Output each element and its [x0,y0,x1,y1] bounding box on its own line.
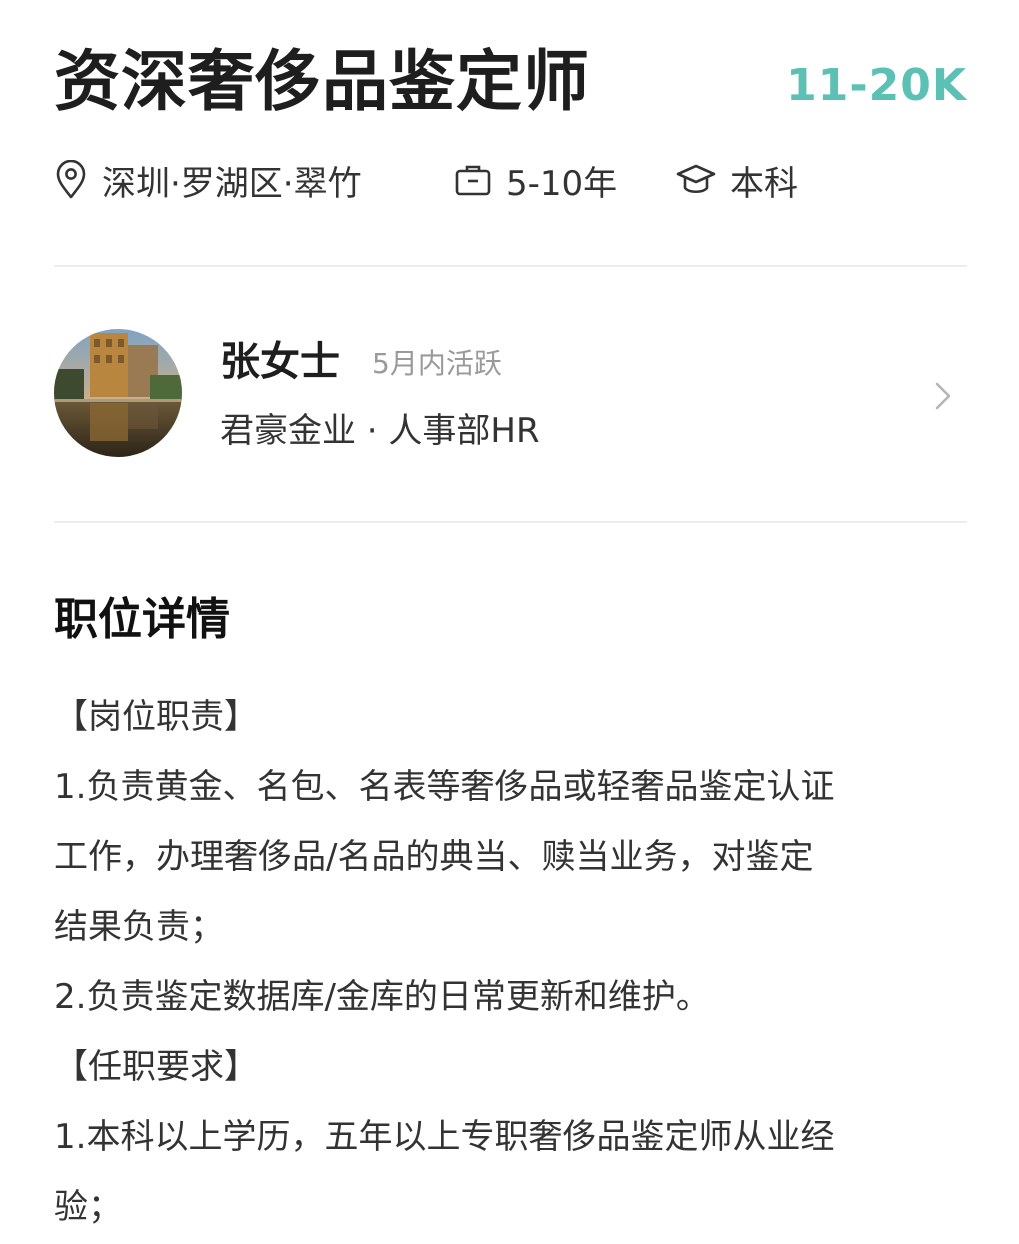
briefcase-icon [454,163,506,197]
description-line: 2.负责鉴定数据库/金库的日常更新和维护。 [54,977,710,1017]
avatar[interactable] [54,329,182,457]
job-education: 本科 [676,156,798,205]
description-line: 1.负责黄金、名包、名表等奢侈品或轻奢品鉴定认证 [54,767,835,807]
job-experience: 5-10年 [454,156,676,205]
description-line: 【岗位职责】 [54,697,258,737]
description-line: 工作，办理奢侈品/名品的典当、赎当业务，对鉴定 [54,837,814,877]
salary-range: 11-20K [786,60,967,111]
recruiter-card[interactable]: 张女士 5月内活跃 君豪金业 · 人事部HR [54,266,967,522]
education-text: 本科 [730,163,798,204]
recruiter-active-status: 5月内活跃 [372,347,502,380]
recruiter-company: 君豪金业 · 人事部HR [220,411,540,451]
recruiter-name: 张女士 [220,339,340,385]
graduation-cap-icon [676,163,730,197]
job-detail-page: 资深奢侈品鉴定师 11-20K 深圳·罗湖区·翠竹 5-10年 本科 张女士 5… [0,0,1019,1244]
chevron-right-icon[interactable] [929,376,957,416]
location-text: 深圳·罗湖区·翠竹 [102,163,362,204]
description-line: 验； [54,1187,122,1227]
description-line: 【任职要求】 [54,1047,258,1087]
location-pin-icon [54,160,102,200]
section-title-job-details: 职位详情 [54,594,230,645]
job-meta-row: 深圳·罗湖区·翠竹 5-10年 本科 [54,152,798,208]
experience-text: 5-10年 [506,163,618,204]
description-line: 1.本科以上学历，五年以上专职奢侈品鉴定师从业经 [54,1117,835,1157]
divider [54,521,967,523]
job-description: 【岗位职责】 1.负责黄金、名包、名表等奢侈品或轻奢品鉴定认证 工作，办理奢侈品… [54,682,967,1242]
job-location: 深圳·罗湖区·翠竹 [54,156,454,205]
description-line: 结果负责； [54,907,224,947]
job-title: 资深奢侈品鉴定师 [54,43,590,120]
